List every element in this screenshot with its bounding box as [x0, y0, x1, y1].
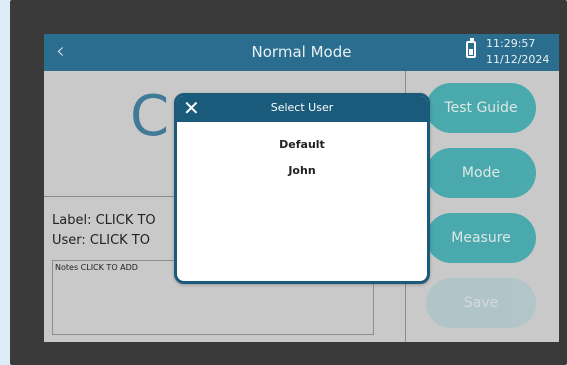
page-title: Normal Mode: [251, 43, 352, 61]
label-field[interactable]: Label: CLICK TO: [52, 213, 156, 228]
device-frame: ‹ Normal Mode 11:29:57 11/12/2024 C Labe…: [10, 0, 567, 365]
test-guide-button[interactable]: Test Guide: [426, 83, 536, 133]
header-bar: ‹ Normal Mode 11:29:57 11/12/2024: [44, 34, 559, 71]
user-option-john[interactable]: John: [177, 164, 427, 177]
mode-button[interactable]: Mode: [426, 148, 536, 198]
notes-label: Notes CLICK TO ADD: [55, 263, 138, 272]
screen: ‹ Normal Mode 11:29:57 11/12/2024 C Labe…: [44, 34, 559, 342]
date-text: 11/12/2024: [486, 53, 550, 66]
user-field[interactable]: User: CLICK TO: [52, 233, 150, 248]
select-user-dialog: ✕ Select User Default John: [174, 93, 430, 284]
clock: 11:29:57 11/12/2024: [486, 36, 549, 68]
dialog-header: ✕ Select User: [177, 96, 427, 122]
battery-icon: [466, 38, 476, 58]
user-option-default[interactable]: Default: [177, 138, 427, 151]
time-text: 11:29:57: [486, 37, 536, 50]
measurement-value: C: [130, 84, 170, 149]
save-button[interactable]: Save: [426, 278, 536, 328]
measure-button[interactable]: Measure: [426, 213, 536, 263]
dialog-title: Select User: [270, 101, 334, 114]
